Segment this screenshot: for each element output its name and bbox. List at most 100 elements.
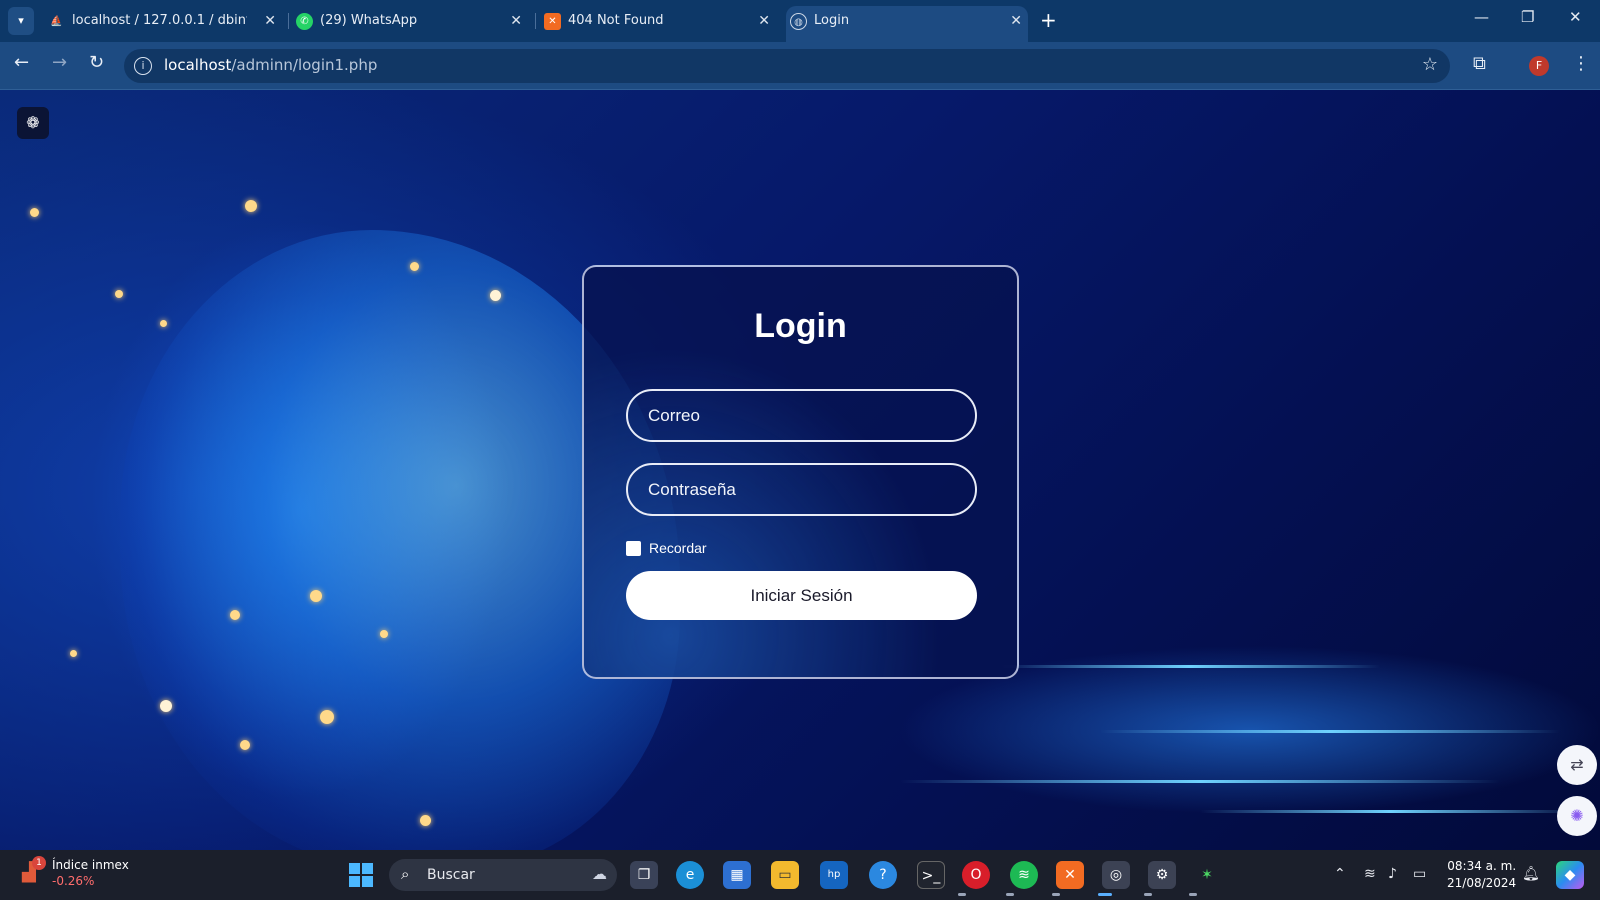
terminal-icon[interactable]: >_ (917, 861, 945, 889)
tab-whatsapp[interactable]: ✆ (29) WhatsApp ✕ (292, 6, 528, 42)
login-card: Login Recordar Iniciar Sesión (582, 265, 1019, 679)
particle (70, 650, 77, 657)
restore-icon[interactable]: ❐ (1521, 8, 1534, 26)
remember-label: Recordar (649, 540, 707, 556)
clock-date: 21/08/2024 (1447, 876, 1517, 890)
remember-option[interactable]: Recordar (626, 540, 707, 556)
particle (320, 710, 334, 724)
particle (380, 630, 388, 638)
login-page: ❁ Login Recordar Iniciar Sesión ⇄ ✺ (0, 90, 1600, 850)
running-indicator (958, 893, 966, 896)
back-arrow-icon[interactable]: ← (14, 52, 29, 73)
light-wave (1100, 730, 1560, 733)
translate-icon[interactable]: ⇄ (1557, 745, 1597, 785)
tab-search-chevron-icon[interactable]: ▾ (8, 7, 34, 35)
widget-title: Índice inmex (52, 858, 129, 872)
xampp-icon[interactable]: ✕ (1056, 861, 1084, 889)
particle (490, 290, 501, 301)
search-label: Buscar (427, 867, 475, 883)
phpmyadmin-icon: ⛵ (50, 16, 63, 27)
extensions-puzzle-icon[interactable]: ⧉ (1473, 53, 1486, 74)
particle (410, 262, 419, 271)
volume-icon[interactable]: ♪ (1388, 866, 1397, 882)
taskbar-search[interactable]: ⌕ Buscar ☁ (389, 859, 617, 891)
tab-title: Login (814, 13, 850, 28)
forward-arrow-icon[interactable]: → (52, 52, 67, 73)
whatsapp-icon: ✆ (296, 13, 313, 30)
settings-gear-icon[interactable]: ⚙ (1148, 861, 1176, 889)
url-host: localhost (164, 56, 232, 74)
star-app-icon[interactable]: ✶ (1193, 861, 1221, 889)
bookmark-star-icon[interactable]: ☆ (1422, 54, 1438, 75)
myhp-icon[interactable]: hp (820, 861, 848, 889)
login-title: Login (754, 307, 847, 345)
login-submit-button[interactable]: Iniciar Sesión (626, 571, 977, 620)
minimize-icon[interactable]: — (1474, 8, 1489, 26)
particle (30, 208, 39, 217)
light-wave (900, 780, 1500, 783)
site-info-icon[interactable]: i (134, 57, 152, 75)
battery-icon[interactable]: ▭ (1413, 866, 1426, 882)
tab-title: (29) WhatsApp (320, 13, 418, 28)
more-menu-icon[interactable]: ⋮ (1572, 53, 1590, 74)
running-indicator (1189, 893, 1197, 896)
browser-toolbar: ← → ↻ i localhost/adminn/login1.php ☆ (0, 42, 1600, 90)
url-path: /adminn/login1.php (231, 56, 378, 74)
tab-separator (288, 13, 289, 29)
particle (420, 815, 431, 826)
url-text[interactable]: localhost/adminn/login1.php (164, 56, 377, 74)
particle (230, 610, 240, 620)
particle (115, 290, 123, 298)
taskbar-clock[interactable]: 08:34 a. m. 21/08/2024 (1447, 858, 1516, 892)
browser-tabstrip: ▾ ⛵ localhost / 127.0.0.1 / dbintegra ✕ … (0, 0, 1600, 42)
active-indicator (1098, 893, 1112, 896)
notification-bell-icon[interactable]: 🔔︎ (1522, 866, 1540, 882)
task-view-icon[interactable]: ❐ (630, 861, 658, 889)
windows-start-icon[interactable] (349, 863, 373, 887)
password-input[interactable] (628, 465, 975, 514)
email-field (626, 389, 977, 442)
password-field (626, 463, 977, 516)
running-indicator (1144, 893, 1152, 896)
profile-avatar[interactable]: F (1529, 56, 1549, 76)
light-wave (1200, 810, 1580, 813)
widget-value: -0.26% (52, 874, 95, 888)
reload-icon[interactable]: ↻ (89, 52, 104, 73)
email-input[interactable] (628, 391, 975, 440)
help-icon[interactable]: ? (869, 861, 897, 889)
file-explorer-icon[interactable]: ▭ (771, 861, 799, 889)
particle (160, 320, 167, 327)
wifi-icon[interactable]: ≋ (1364, 866, 1376, 882)
edge-browser-icon[interactable]: e (676, 861, 704, 889)
microsoft-store-icon[interactable]: ▦ (723, 861, 751, 889)
particle (160, 700, 172, 712)
tab-title: localhost / 127.0.0.1 / dbintegra (72, 13, 247, 28)
remember-checkbox[interactable] (626, 541, 641, 556)
xampp-icon: ✕ (544, 13, 561, 30)
notification-badge: 1 (32, 856, 46, 870)
close-icon[interactable]: ✕ (264, 6, 276, 36)
search-icon: ⌕ (401, 865, 410, 883)
tray-chevron-up-icon[interactable]: ⌃ (1334, 866, 1346, 882)
tab-404[interactable]: ✕ 404 Not Found ✕ (540, 6, 776, 42)
particle (245, 200, 257, 212)
light-wave (1000, 665, 1380, 668)
new-tab-plus-icon[interactable]: + (1040, 8, 1057, 32)
tab-login[interactable]: ◍ Login ✕ (786, 6, 1028, 42)
brain-logo-icon[interactable]: ❁ (17, 107, 49, 139)
spotify-icon[interactable]: ≋ (1010, 861, 1038, 889)
opera-icon[interactable]: O (962, 861, 990, 889)
tab-phpmyadmin[interactable]: ⛵ localhost / 127.0.0.1 / dbintegra ✕ (44, 6, 282, 42)
taskbar: ▟ 1 Índice inmex -0.26% ⌕ Buscar ☁ ❐ e ▦… (0, 850, 1600, 900)
tab-title: 404 Not Found (568, 13, 664, 28)
particle (240, 740, 250, 750)
copilot-icon[interactable]: ◆ (1556, 861, 1584, 889)
close-icon[interactable]: ✕ (1010, 6, 1022, 36)
globe-icon: ◍ (790, 13, 807, 30)
window-close-icon[interactable]: ✕ (1569, 8, 1582, 26)
chrome-icon[interactable]: ◎ (1102, 861, 1130, 889)
address-bar[interactable]: i localhost/adminn/login1.php ☆ (124, 49, 1450, 83)
close-icon[interactable]: ✕ (758, 6, 770, 36)
copilot-brain-icon[interactable]: ✺ (1557, 796, 1597, 836)
close-icon[interactable]: ✕ (510, 6, 522, 36)
